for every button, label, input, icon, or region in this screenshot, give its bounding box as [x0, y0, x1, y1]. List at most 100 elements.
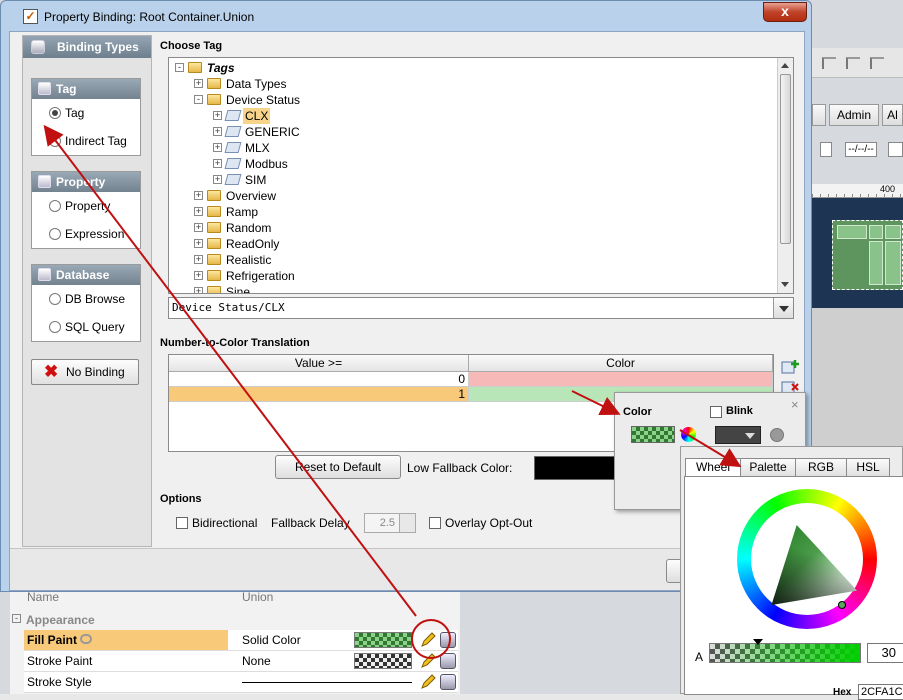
saturation-triangle[interactable]: [771, 525, 857, 605]
radio-button[interactable]: [49, 228, 61, 240]
tree-node-label: Realistic: [226, 253, 272, 267]
add-row-icon[interactable]: [781, 359, 799, 375]
tree-node-label: Refrigeration: [226, 269, 295, 283]
prop-row-stroke-paint[interactable]: Stroke Paint None: [24, 651, 458, 672]
design-canvas[interactable]: [812, 198, 903, 308]
close-icon[interactable]: ×: [791, 397, 799, 412]
radio-tag[interactable]: Tag: [32, 99, 140, 127]
folder-icon: [207, 78, 221, 89]
radio-db-browse[interactable]: DB Browse: [32, 285, 140, 313]
color-wheel-icon[interactable]: [681, 427, 696, 442]
blink-checkbox[interactable]: [710, 406, 722, 418]
collapse-icon[interactable]: -: [194, 95, 203, 104]
spin-down-icon[interactable]: [399, 523, 415, 532]
expand-icon[interactable]: +: [194, 271, 203, 280]
tree-node-label: Device Status: [226, 93, 301, 107]
table-cell-value[interactable]: 1: [169, 387, 469, 402]
collapse-toggle[interactable]: -: [12, 614, 21, 623]
color-chooser: Wheel Palette RGB HSL A 30 Hex 2CFA1C: [680, 446, 903, 700]
radio-button[interactable]: [49, 321, 61, 333]
color-swatch[interactable]: [354, 632, 412, 648]
bidirectional-checkbox[interactable]: [176, 517, 188, 529]
red-x-icon: ✖: [44, 362, 59, 381]
tab-palette[interactable]: Palette: [740, 458, 796, 477]
radio-expression[interactable]: Expression: [32, 220, 140, 248]
column-header-value[interactable]: Value >=: [169, 355, 469, 372]
alpha-input[interactable]: 30: [867, 643, 903, 663]
align-left-icon[interactable]: [822, 57, 836, 69]
tree-node-label: Data Types: [226, 77, 287, 91]
expand-icon[interactable]: +: [194, 239, 203, 248]
fallback-delay-spinner[interactable]: 2.5: [364, 513, 416, 533]
expand-icon[interactable]: +: [194, 287, 203, 293]
prop-row-fill-paint[interactable]: Fill Paint Solid Color: [24, 630, 458, 651]
hue-ring[interactable]: [737, 489, 877, 629]
scroll-down-icon[interactable]: [781, 282, 789, 287]
hex-input[interactable]: 2CFA1C: [858, 684, 903, 700]
align-center-icon[interactable]: [846, 57, 860, 69]
spin-up-icon[interactable]: [399, 514, 415, 523]
tab-admin[interactable]: Admin: [829, 104, 879, 126]
color-picker-marker[interactable]: [838, 601, 846, 609]
table-cell-color[interactable]: [469, 372, 773, 387]
section-label: Appearance: [26, 613, 95, 627]
date-gadget[interactable]: --/--/--: [845, 142, 877, 157]
expand-icon[interactable]: +: [194, 255, 203, 264]
radio-button[interactable]: [49, 200, 61, 212]
color-swatch[interactable]: [631, 426, 675, 443]
scroll-thumb[interactable]: [780, 74, 791, 244]
radio-indirect-tag[interactable]: Indirect Tag: [32, 127, 140, 155]
overlay-opt-out-label: Overlay Opt-Out: [445, 516, 533, 530]
tag-path-field[interactable]: Device Status/CLX: [168, 297, 794, 319]
tree-scrollbar[interactable]: [777, 58, 793, 293]
expand-icon[interactable]: +: [194, 191, 203, 200]
tab-wheel[interactable]: Wheel: [685, 458, 741, 477]
tag-icon: [38, 82, 51, 95]
color-swatch[interactable]: [354, 653, 412, 669]
expand-icon[interactable]: +: [194, 79, 203, 88]
alpha-slider[interactable]: [709, 643, 861, 663]
pencil-icon[interactable]: [420, 674, 436, 690]
appearance-section[interactable]: - Appearance: [12, 610, 446, 631]
tab-hsl[interactable]: HSL: [846, 458, 890, 477]
align-right-icon[interactable]: [870, 57, 884, 69]
tab-partial[interactable]: [812, 104, 826, 126]
blink-color-dropdown[interactable]: [715, 426, 761, 444]
scroll-up-icon[interactable]: [781, 63, 789, 68]
binding-icon[interactable]: [440, 674, 456, 690]
prop-row-stroke-style[interactable]: Stroke Style: [24, 672, 458, 693]
chevron-down-icon[interactable]: [773, 298, 793, 318]
tag-path-value: Device Status/CLX: [172, 301, 285, 314]
union-shape[interactable]: [832, 220, 903, 290]
reset-default-button[interactable]: Reset to Default: [275, 455, 401, 479]
alpha-slider-thumb[interactable]: [753, 639, 763, 645]
folder-icon: [207, 190, 221, 201]
expand-icon[interactable]: +: [213, 159, 222, 168]
expand-icon[interactable]: +: [194, 207, 203, 216]
expand-icon[interactable]: +: [213, 143, 222, 152]
tag-tree[interactable]: - Tags + Data Types - Device Status + CLX + GENER…: [168, 57, 794, 294]
radio-sql-query[interactable]: SQL Query: [32, 313, 140, 341]
expand-icon[interactable]: +: [194, 223, 203, 232]
close-button[interactable]: x: [763, 2, 807, 22]
fallback-color-swatch[interactable]: [534, 456, 624, 480]
column-header-color[interactable]: Color: [469, 355, 773, 372]
radio-button[interactable]: [49, 107, 61, 119]
tab-rgb[interactable]: RGB: [795, 458, 847, 477]
expand-icon[interactable]: +: [213, 175, 222, 184]
radio-button[interactable]: [49, 135, 61, 147]
gadget-partial[interactable]: [888, 142, 903, 157]
tab-al[interactable]: Al: [882, 104, 903, 126]
title-bar[interactable]: ✓ Property Binding: Root Container.Union…: [1, 1, 811, 31]
collapse-icon[interactable]: -: [175, 63, 184, 72]
overlay-checkbox[interactable]: [429, 517, 441, 529]
stroke-line-preview: [242, 682, 412, 683]
table-cell-value[interactable]: 0: [169, 372, 469, 387]
prop-row-name[interactable]: Name Union: [24, 590, 458, 606]
expand-icon[interactable]: +: [213, 111, 222, 120]
spinner-gadget[interactable]: [820, 142, 832, 157]
expand-icon[interactable]: +: [213, 127, 222, 136]
radio-property[interactable]: Property: [32, 192, 140, 220]
radio-button[interactable]: [49, 293, 61, 305]
no-binding-button[interactable]: ✖ No Binding: [31, 359, 139, 385]
